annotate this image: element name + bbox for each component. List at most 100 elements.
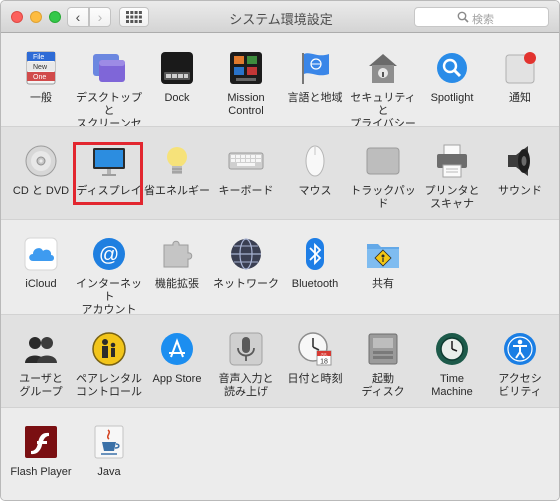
pref-label: 省エネルギー: [144, 185, 210, 197]
pref-label: キーボード: [218, 185, 274, 197]
pref-label: ユーザと グループ: [19, 373, 63, 398]
pref-date-time[interactable]: JUL 18 日付と時刻: [277, 331, 353, 386]
pref-label: 音声入力と 読み上げ: [218, 373, 274, 398]
pref-label: 通知: [509, 92, 531, 104]
pref-label: 起動 ディスク: [361, 373, 405, 398]
pref-security-privacy[interactable]: セキュリティと プライバシー: [345, 50, 421, 131]
pref-label: iCloud: [25, 278, 57, 290]
pref-label: 日付と時刻: [287, 373, 343, 385]
window-title: システム環境設定: [229, 12, 333, 27]
pref-label: 言語と地域: [287, 92, 343, 104]
pref-label: Spotlight: [430, 92, 474, 104]
close-window-button[interactable]: [11, 11, 23, 23]
search-field[interactable]: 検索: [414, 7, 549, 27]
back-button[interactable]: ‹: [67, 7, 89, 27]
pref-parental-controls[interactable]: ペアレンタル コントロール: [71, 331, 147, 399]
pref-label: Bluetooth: [291, 278, 339, 290]
spotlight-icon: [434, 50, 470, 86]
pref-keyboard[interactable]: キーボード: [208, 143, 284, 198]
pref-extensions[interactable]: 機能拡張: [139, 236, 215, 291]
pref-cd-dvd[interactable]: CD と DVD: [3, 143, 79, 198]
svg-text:@: @: [99, 244, 119, 266]
pref-energy-saver[interactable]: 省エネルギー: [139, 143, 215, 198]
svg-text:New: New: [33, 64, 48, 71]
puzzle-piece-icon: [159, 236, 195, 272]
pref-flash-player[interactable]: Flash Player: [3, 424, 79, 479]
general-icon: File New One: [23, 50, 59, 86]
selection-highlight: [73, 142, 143, 205]
zoom-window-button[interactable]: [49, 11, 61, 23]
pref-network[interactable]: ネットワーク: [208, 236, 284, 291]
pref-app-store[interactable]: App Store: [139, 331, 215, 386]
pref-label: ペアレンタル コントロール: [76, 373, 142, 398]
notifications-icon: [502, 50, 538, 86]
pref-notifications[interactable]: 通知: [482, 50, 558, 105]
pref-bluetooth[interactable]: Bluetooth: [277, 236, 353, 291]
pref-sound[interactable]: サウンド: [482, 143, 558, 198]
pref-dock[interactable]: Dock: [139, 50, 215, 105]
users-icon: [23, 331, 59, 367]
pref-label: 機能拡張: [155, 278, 199, 290]
search-icon: [457, 11, 469, 23]
mission-control-icon: [228, 50, 264, 86]
trackpad-icon: [365, 143, 401, 179]
pref-label: 共有: [372, 278, 394, 290]
pref-label: Dock: [164, 92, 190, 104]
pref-general[interactable]: File New One 一般: [3, 50, 79, 105]
pref-java[interactable]: Java: [71, 424, 147, 479]
pref-label: Time Machine: [431, 373, 473, 398]
pref-label: プリンタと スキャナ: [424, 185, 480, 210]
desktop-screensaver-icon: [91, 50, 127, 86]
pref-label: Mission Control: [227, 92, 265, 117]
parental-controls-icon: [91, 331, 127, 367]
pref-language-region[interactable]: 言語と地域: [277, 50, 353, 105]
pref-spotlight[interactable]: Spotlight: [414, 50, 490, 105]
grid-icon: [126, 11, 142, 23]
forward-button[interactable]: ›: [89, 7, 111, 27]
pref-dictation-speech[interactable]: 音声入力と 読み上げ: [208, 331, 284, 399]
keyboard-icon: [228, 143, 264, 179]
section-personal: File New One 一般 デスクトップと スクリーンセーバ: [1, 34, 559, 143]
pref-label: ネットワーク: [213, 278, 279, 290]
pref-label: インターネット アカウント: [76, 278, 142, 316]
lightbulb-icon: [159, 143, 195, 179]
show-all-button[interactable]: [119, 7, 149, 27]
search-placeholder: 検索: [472, 14, 494, 26]
pref-label: Java: [97, 466, 121, 478]
house-lock-icon: [365, 50, 401, 86]
section-other: Flash Player Java: [1, 408, 559, 500]
pref-label: トラックパッド: [350, 185, 416, 210]
pref-label: サウンド: [498, 185, 542, 197]
language-region-icon: [297, 50, 333, 86]
svg-text:JUL: JUL: [320, 351, 328, 356]
pref-internet-accounts[interactable]: @ インターネット アカウント: [71, 236, 147, 317]
app-store-icon: [159, 331, 195, 367]
svg-text:18: 18: [320, 359, 328, 366]
pref-mouse[interactable]: マウス: [277, 143, 353, 198]
globe-network-icon: [228, 236, 264, 272]
pref-mission-control[interactable]: Mission Control: [208, 50, 284, 118]
pref-printers-scanners[interactable]: プリンタと スキャナ: [414, 143, 490, 211]
pref-accessibility[interactable]: アクセシ ビリティ: [482, 331, 558, 399]
pref-sharing[interactable]: 共有: [345, 236, 421, 291]
hard-drive-icon: [365, 331, 401, 367]
icloud-icon: [23, 236, 59, 272]
time-machine-icon: [434, 331, 470, 367]
printer-icon: [434, 143, 470, 179]
pref-label: Flash Player: [10, 466, 72, 478]
at-sign-icon: @: [91, 236, 127, 272]
pref-users-groups[interactable]: ユーザと グループ: [3, 331, 79, 399]
pref-trackpad[interactable]: トラックパッド: [345, 143, 421, 211]
pref-label: 一般: [30, 92, 52, 104]
pref-icloud[interactable]: iCloud: [3, 236, 79, 291]
disc-icon: [23, 143, 59, 179]
minimize-window-button[interactable]: [30, 11, 42, 23]
speaker-icon: [502, 143, 538, 179]
microphone-icon: [228, 331, 264, 367]
sharing-folder-icon: [365, 236, 401, 272]
pref-label: CD と DVD: [12, 185, 70, 197]
chevron-left-icon: ‹: [75, 9, 81, 25]
pref-time-machine[interactable]: Time Machine: [414, 331, 490, 399]
pref-label: マウス: [298, 185, 332, 197]
pref-startup-disk[interactable]: 起動 ディスク: [345, 331, 421, 399]
